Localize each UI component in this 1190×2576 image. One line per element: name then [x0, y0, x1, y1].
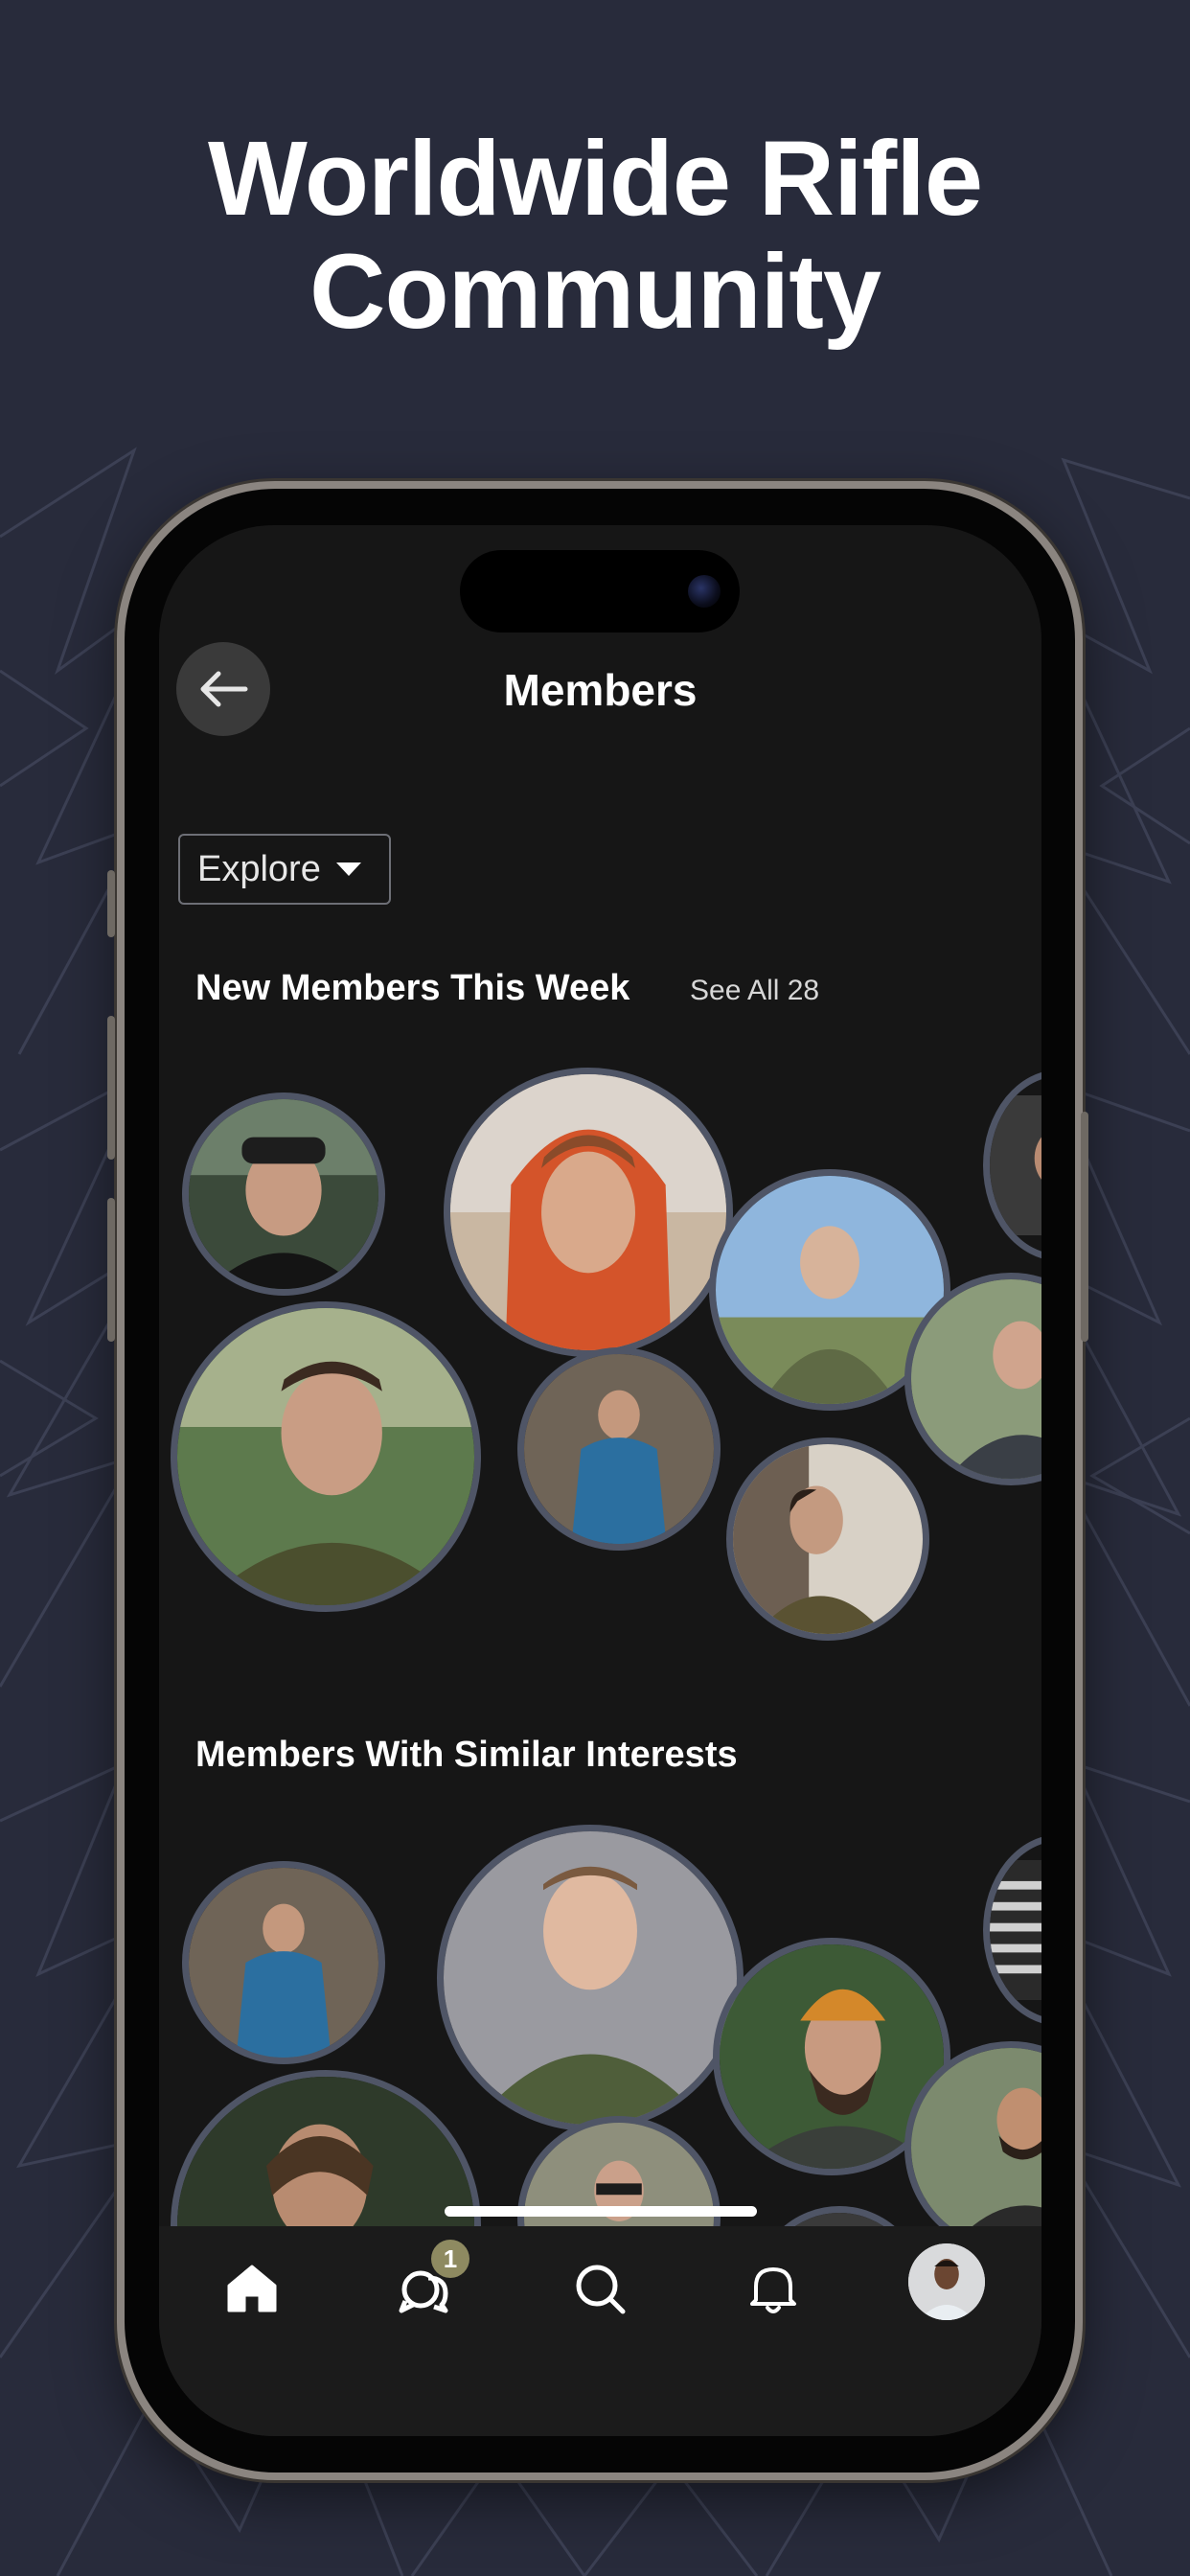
member-avatar[interactable]	[983, 1834, 1041, 2026]
app-screen: Members Explore New Members This Week Se…	[159, 525, 1041, 2436]
bell-icon	[750, 2267, 796, 2313]
member-avatar[interactable]	[983, 1070, 1041, 1261]
volume-up-button	[107, 1016, 115, 1160]
explore-dropdown[interactable]: Explore	[178, 834, 391, 905]
dynamic-island	[460, 550, 740, 632]
caret-down-icon	[335, 862, 361, 876]
member-avatar[interactable]	[171, 1301, 481, 1612]
profile-avatar	[908, 2243, 985, 2320]
tab-bar: 1	[159, 2226, 1041, 2436]
search-icon	[576, 2265, 626, 2314]
chat-badge: 1	[431, 2240, 469, 2278]
camera-icon	[688, 575, 721, 608]
headline-line-2: Community	[309, 233, 881, 351]
headline-line-1: Worldwide Rifle	[207, 120, 983, 238]
member-avatar[interactable]	[726, 1438, 929, 1641]
volume-down-button	[107, 1198, 115, 1342]
tab-profile[interactable]	[908, 2243, 985, 2320]
tab-search[interactable]	[566, 2255, 633, 2322]
member-avatar[interactable]	[517, 1347, 721, 1551]
tab-home[interactable]	[218, 2255, 286, 2322]
tab-chat[interactable]: 1	[391, 2240, 469, 2322]
home-indicator	[445, 2206, 757, 2217]
new-members-title: New Members This Week	[195, 968, 630, 1008]
tab-notifications[interactable]	[740, 2255, 807, 2322]
member-avatar[interactable]	[182, 1861, 385, 2064]
member-avatar[interactable]	[182, 1092, 385, 1296]
marketing-headline: Worldwide Rifle Community	[0, 123, 1190, 349]
action-button	[107, 870, 115, 937]
home-icon	[227, 2265, 277, 2312]
similar-interests-title: Members With Similar Interests	[195, 1735, 738, 1775]
explore-dropdown-label: Explore	[197, 848, 321, 889]
member-avatar[interactable]	[437, 1825, 744, 2131]
power-button	[1081, 1112, 1088, 1342]
see-all-link[interactable]: See All 28	[690, 975, 819, 1007]
member-avatar[interactable]	[444, 1068, 733, 1357]
screen-title: Members	[503, 665, 698, 715]
